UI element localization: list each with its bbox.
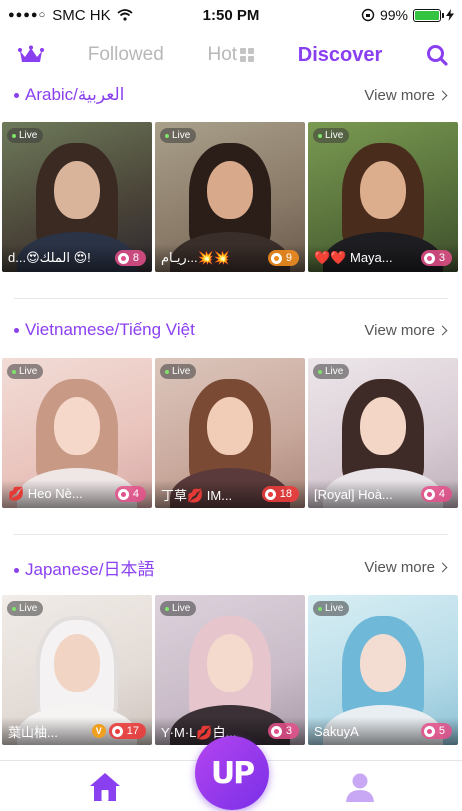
crown-icon[interactable]	[18, 45, 44, 65]
live-card[interactable]: Live Y·M·L💋白... 3	[155, 595, 305, 745]
card-footer: 💋 Heo Nè... 4	[2, 480, 152, 508]
tab-hot-label: Hot	[207, 44, 238, 65]
streamer-name: 丁草💋 IM...	[161, 487, 233, 503]
tab-followed[interactable]: Followed	[88, 44, 164, 66]
streamer-name: SakuyA	[314, 723, 359, 739]
card-row: Live d...😍الملك 😍! 8 Live ريـام...💥💥 9 L…	[0, 122, 462, 272]
viewer-count: 4	[114, 486, 146, 502]
chevron-right-icon	[437, 90, 448, 100]
flower-icon	[423, 488, 435, 500]
card-row: Live 葉山柚... V 17 Live Y·M·L💋白... 3 Live …	[0, 595, 462, 745]
live-badge: Live	[313, 128, 350, 143]
section-divider	[14, 534, 448, 535]
status-right: 99%	[361, 7, 454, 23]
battery-icon	[413, 8, 444, 22]
streamer-name: 💋 Heo Nè...	[8, 486, 83, 501]
live-badge: Live	[160, 128, 197, 143]
live-badge: Live	[313, 601, 350, 616]
battery-fill	[415, 10, 439, 20]
card-footer: 葉山柚... V 17	[2, 717, 152, 745]
streamer-name: ❤️❤️ Maya...	[314, 250, 393, 265]
card-badges: V 17	[91, 723, 146, 739]
viewer-count: 4	[420, 486, 452, 502]
live-badge: Live	[313, 364, 350, 379]
wifi-icon	[116, 9, 133, 21]
section-arabic: Arabic/العربية View more Live d...😍الملك…	[0, 80, 462, 272]
live-card[interactable]: Live [Royal] Hoà... 4	[308, 358, 458, 508]
viewer-count: 17	[108, 723, 146, 739]
section-vietnamese: Vietnamese/Tiếng Việt View more Live 💋 H…	[0, 315, 462, 508]
flame-icon	[270, 252, 282, 264]
view-more-link[interactable]: View more	[364, 559, 448, 576]
orientation-lock-icon	[361, 8, 375, 22]
card-footer: SakuyA 5	[308, 717, 458, 745]
up-button-label: UP	[210, 755, 255, 791]
section-title: Arabic/العربية	[14, 85, 124, 105]
live-card[interactable]: Live ❤️❤️ Maya... 3	[308, 122, 458, 272]
vip-badge: V	[91, 724, 106, 738]
card-footer: ❤️❤️ Maya... 3	[308, 244, 458, 272]
viewer-count: 5	[420, 723, 452, 739]
discover-feed[interactable]: Arabic/العربية View more Live d...😍الملك…	[0, 80, 462, 760]
status-bar: ●●●●○ SMC HK 1:50 PM 99%	[0, 0, 462, 30]
live-badge: Live	[7, 601, 44, 616]
section-title: Japanese/日本語	[14, 555, 154, 580]
section-japanese: Japanese/日本語 View more Live 葉山柚... V 17	[0, 552, 462, 745]
view-more-link[interactable]: View more	[364, 322, 448, 339]
flower-icon	[423, 725, 435, 737]
section-header: Japanese/日本語 View more	[0, 552, 462, 582]
viewer-count: 9	[267, 250, 299, 266]
flame-icon	[111, 725, 123, 737]
carrier-label: SMC HK	[52, 6, 111, 24]
grid-icon	[240, 48, 255, 62]
live-card[interactable]: Live 💋 Heo Nè... 4	[2, 358, 152, 508]
flower-icon	[117, 252, 129, 264]
charging-icon	[446, 9, 454, 21]
top-nav: Followed Hot Discover	[0, 30, 462, 80]
streamer-name: 葉山柚...	[8, 724, 58, 740]
home-icon[interactable]	[88, 771, 122, 803]
chevron-right-icon	[437, 325, 448, 335]
streamer-name: [Royal] Hoà...	[314, 486, 393, 502]
viewer-count: 18	[261, 486, 299, 502]
live-card[interactable]: Live 葉山柚... V 17	[2, 595, 152, 745]
tab-hot[interactable]: Hot	[207, 44, 255, 66]
live-card[interactable]: Live SakuyA 5	[308, 595, 458, 745]
search-icon[interactable]	[426, 44, 448, 66]
live-card[interactable]: Live 丁草💋 IM... 18	[155, 358, 305, 508]
live-badge: Live	[160, 364, 197, 379]
live-badge: Live	[160, 601, 197, 616]
tab-discover[interactable]: Discover	[298, 44, 383, 67]
viewer-count: 3	[267, 723, 299, 739]
signal-icon: ●●●●○	[8, 9, 47, 21]
viewer-count: 3	[420, 250, 452, 266]
flower-icon	[423, 252, 435, 264]
section-header: Vietnamese/Tiếng Việt View more	[0, 315, 462, 345]
section-title: Vietnamese/Tiếng Việt	[14, 320, 195, 340]
status-left: ●●●●○ SMC HK	[8, 7, 133, 24]
streamer-name: ريـام...💥💥	[161, 250, 230, 265]
live-card[interactable]: Live ريـام...💥💥 9	[155, 122, 305, 272]
flame-icon	[264, 488, 276, 500]
streamer-name: d...😍الملك 😍!	[8, 250, 91, 265]
profile-icon[interactable]	[344, 771, 376, 803]
section-divider	[14, 298, 448, 299]
flower-icon	[117, 488, 129, 500]
view-more-link[interactable]: View more	[364, 87, 448, 104]
go-live-button[interactable]: UP	[195, 736, 269, 810]
live-card[interactable]: Live d...😍الملك 😍! 8	[2, 122, 152, 272]
section-header: Arabic/العربية View more	[0, 80, 462, 110]
battery-percent: 99%	[379, 7, 408, 23]
card-row: Live 💋 Heo Nè... 4 Live 丁草💋 IM... 18 Liv…	[0, 358, 462, 508]
flower-icon	[270, 725, 282, 737]
live-badge: Live	[7, 128, 44, 143]
viewer-count: 8	[114, 250, 146, 266]
chevron-right-icon	[437, 562, 448, 572]
card-footer: [Royal] Hoà... 4	[308, 480, 458, 508]
card-footer: d...😍الملك 😍! 8	[2, 244, 152, 272]
card-footer: ريـام...💥💥 9	[155, 244, 305, 272]
live-badge: Live	[7, 364, 44, 379]
card-footer: 丁草💋 IM... 18	[155, 480, 305, 508]
